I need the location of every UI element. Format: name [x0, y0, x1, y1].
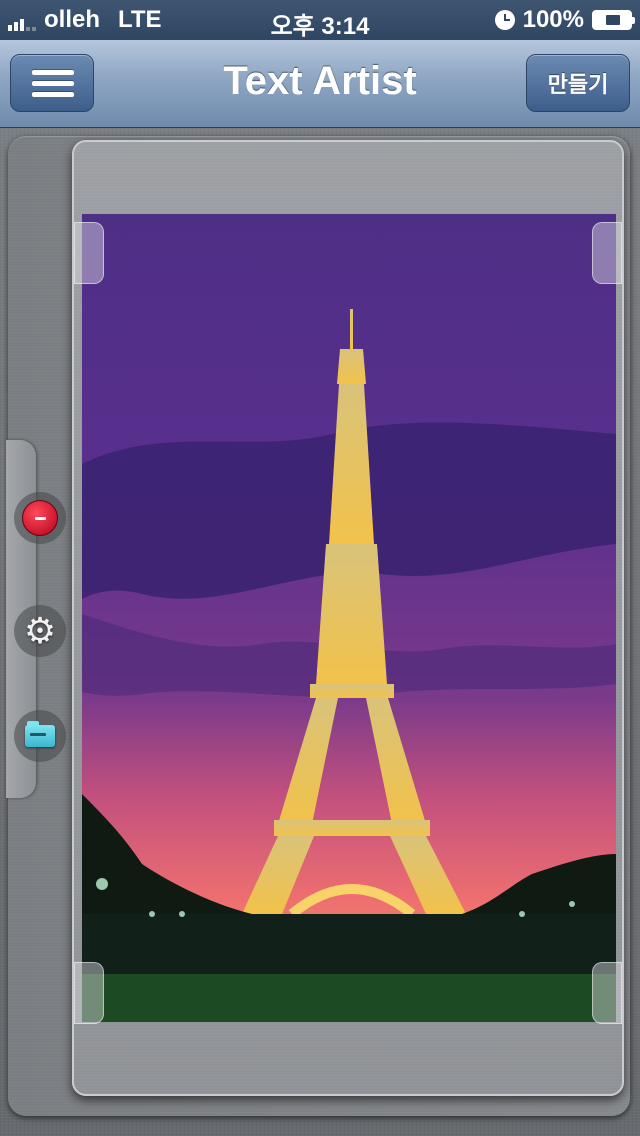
remove-icon — [22, 500, 58, 536]
navigation-bar: Text Artist 만들기 — [0, 40, 640, 128]
resize-handle-bottom-right[interactable] — [592, 962, 622, 1024]
canvas-photo[interactable] — [82, 214, 616, 1022]
menu-button[interactable] — [10, 54, 94, 112]
alarm-clock-icon — [494, 10, 515, 30]
folder-icon — [25, 721, 55, 747]
hamburger-menu-icon-bar — [32, 81, 74, 86]
resize-handle-top-left[interactable] — [74, 222, 104, 284]
create-button[interactable]: 만들기 — [526, 54, 630, 112]
hamburger-menu-icon — [32, 70, 74, 75]
workspace: ⚙ — [0, 128, 640, 1136]
status-bar: olleh LTE 오후 3:14 100% — [0, 0, 640, 40]
status-right: 100% — [494, 6, 635, 34]
remove-button[interactable] — [14, 492, 66, 544]
eiffel-tower-photo — [82, 214, 616, 1022]
canvas-card — [72, 140, 624, 1096]
hamburger-menu-icon-bar — [32, 92, 74, 97]
battery-percent: 100% — [522, 6, 584, 33]
gear-icon: ⚙ — [23, 610, 57, 651]
open-folder-button[interactable] — [14, 710, 66, 762]
battery-icon — [592, 10, 635, 30]
settings-button[interactable]: ⚙ — [14, 605, 66, 657]
resize-handle-top-right[interactable] — [592, 222, 622, 284]
resize-handle-bottom-left[interactable] — [74, 962, 104, 1024]
